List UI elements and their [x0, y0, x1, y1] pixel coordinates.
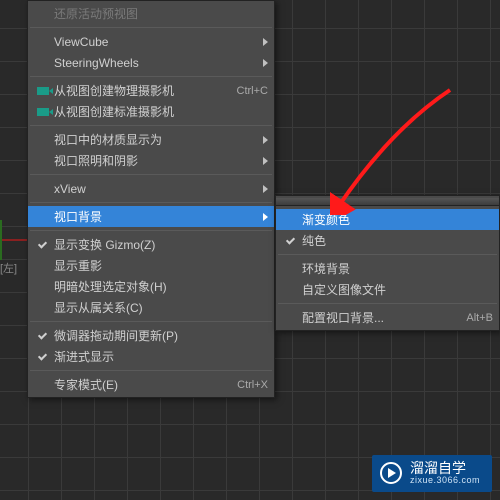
menu-shortcut: Alt+B — [466, 312, 493, 324]
check-icon — [32, 331, 54, 341]
menu-shortcut: Ctrl+C — [237, 85, 268, 97]
menu-label: 显示从属关系(C) — [54, 299, 268, 316]
menu-label: 渐变颜色 — [302, 211, 493, 228]
menu-label: 从视图创建物理摄影机 — [54, 82, 229, 99]
chevron-right-icon — [263, 136, 268, 144]
menu-separator — [278, 254, 497, 255]
menu-show-transform-gizmo[interactable]: 显示变换 Gizmo(Z) — [28, 234, 274, 255]
menu-separator — [30, 125, 272, 126]
menu-label: 还原活动预视图 — [54, 5, 268, 22]
camera-icon — [32, 108, 54, 116]
menu-viewport-background[interactable]: 视口背景 — [28, 206, 274, 227]
menu-label: 环境背景 — [302, 260, 493, 277]
menu-xview[interactable]: xView — [28, 178, 274, 199]
menu-update-during-spinner[interactable]: 微调器拖动期间更新(P) — [28, 325, 274, 346]
watermark-badge: 溜溜自学 zixue.3066.com — [372, 455, 492, 492]
menu-label: 明暗处理选定对象(H) — [54, 278, 268, 295]
axis-y — [0, 220, 2, 260]
menu-label: 专家模式(E) — [54, 376, 229, 393]
menu-label: ViewCube — [54, 35, 257, 49]
watermark-subtitle: zixue.3066.com — [410, 476, 480, 486]
menu-label: 配置视口背景... — [302, 309, 458, 326]
menu-separator — [30, 202, 272, 203]
menu-label: 视口中的材质显示为 — [54, 131, 257, 148]
menu-restore-view[interactable]: 还原活动预视图 — [28, 3, 274, 24]
menu-separator — [30, 321, 272, 322]
axis-label: [左] — [0, 260, 17, 276]
menu-label: SteeringWheels — [54, 56, 257, 70]
chevron-right-icon — [263, 59, 268, 67]
menu-label: 视口照明和阴影 — [54, 152, 257, 169]
submenu-environment-background[interactable]: 环境背景 — [276, 258, 499, 279]
submenu-gradient-color[interactable]: 渐变颜色 — [276, 209, 499, 230]
menu-label: 微调器拖动期间更新(P) — [54, 327, 268, 344]
menu-separator — [30, 76, 272, 77]
menu-shortcut: Ctrl+X — [237, 379, 268, 391]
menu-create-physical-camera[interactable]: 从视图创建物理摄影机 Ctrl+C — [28, 80, 274, 101]
watermark-title: 溜溜自学 — [410, 461, 480, 476]
menu-separator — [30, 27, 272, 28]
chevron-right-icon — [263, 185, 268, 193]
submenu-solid-color[interactable]: 纯色 — [276, 230, 499, 251]
submenu-custom-image-file[interactable]: 自定义图像文件 — [276, 279, 499, 300]
menu-separator — [278, 303, 497, 304]
play-icon — [380, 462, 402, 484]
context-menu-viewport-background: 渐变颜色 纯色 环境背景 自定义图像文件 配置视口背景... Alt+B — [275, 195, 500, 331]
menu-lighting-shadow[interactable]: 视口照明和阴影 — [28, 150, 274, 171]
menu-separator — [30, 230, 272, 231]
menu-progressive-display[interactable]: 渐进式显示 — [28, 346, 274, 367]
menu-label: 自定义图像文件 — [302, 281, 493, 298]
menu-viewcube[interactable]: ViewCube — [28, 31, 274, 52]
menu-label: 视口背景 — [54, 208, 257, 225]
menu-label: xView — [54, 182, 257, 196]
menu-material-display[interactable]: 视口中的材质显示为 — [28, 129, 274, 150]
check-icon — [32, 352, 54, 362]
chevron-right-icon — [263, 213, 268, 221]
menu-show-dependencies[interactable]: 显示从属关系(C) — [28, 297, 274, 318]
menu-label: 显示重影 — [54, 257, 268, 274]
menu-label: 纯色 — [302, 232, 493, 249]
check-icon — [280, 236, 302, 246]
menu-expert-mode[interactable]: 专家模式(E) Ctrl+X — [28, 374, 274, 395]
menu-label: 渐进式显示 — [54, 348, 268, 365]
menu-steeringwheels[interactable]: SteeringWheels — [28, 52, 274, 73]
menu-label: 显示变换 Gizmo(Z) — [54, 236, 268, 253]
context-menu-main: 还原活动预视图 ViewCube SteeringWheels 从视图创建物理摄… — [27, 0, 275, 398]
menu-separator — [30, 174, 272, 175]
check-icon — [32, 240, 54, 250]
menu-shade-selected[interactable]: 明暗处理选定对象(H) — [28, 276, 274, 297]
menu-separator — [30, 370, 272, 371]
chevron-right-icon — [263, 157, 268, 165]
menu-label: 从视图创建标准摄影机 — [54, 103, 268, 120]
submenu-configure-viewport-background[interactable]: 配置视口背景... Alt+B — [276, 307, 499, 328]
chevron-right-icon — [263, 38, 268, 46]
menu-show-ghosting[interactable]: 显示重影 — [28, 255, 274, 276]
menu-create-standard-camera[interactable]: 从视图创建标准摄影机 — [28, 101, 274, 122]
submenu-header — [276, 198, 499, 206]
camera-icon — [32, 87, 54, 95]
